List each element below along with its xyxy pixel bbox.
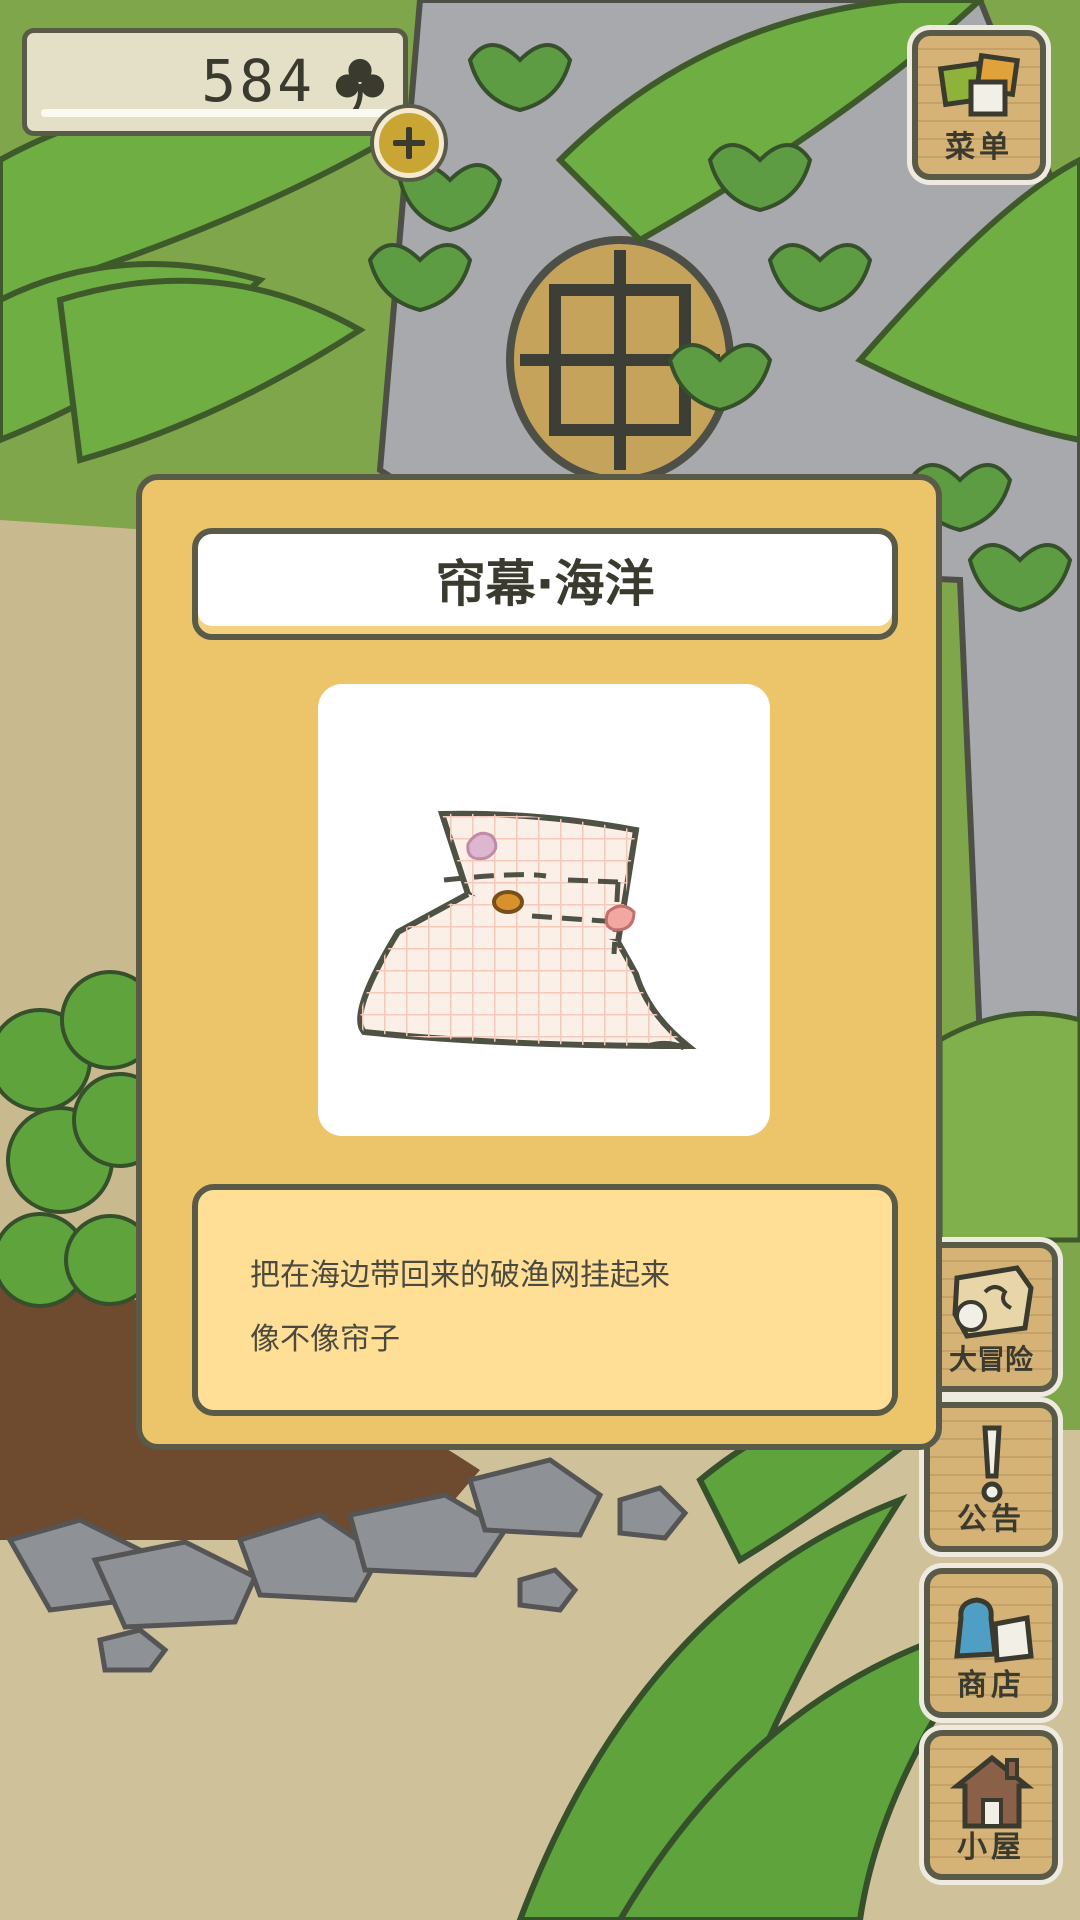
notice-label: 公告 (957, 1502, 1025, 1537)
exclamation-icon (981, 1425, 1003, 1503)
fishing-net-curtain-icon (357, 810, 697, 1051)
menu-label: 菜单 (945, 130, 1013, 165)
shop-label: 商店 (957, 1668, 1025, 1703)
clover-icon (335, 58, 385, 113)
adventure-button[interactable]: 大冒险 (924, 1242, 1058, 1392)
shopping-bags-icon (954, 1597, 1034, 1663)
notice-button[interactable]: 公告 (924, 1402, 1058, 1552)
house-label: 小屋 (957, 1830, 1025, 1865)
clover-counter: 584 (22, 28, 408, 136)
description-line: 像不像帘子 (250, 1322, 400, 1357)
description-line: 把在海边带回来的破渔网挂起来 (250, 1258, 670, 1293)
item-title: 帘幕·海洋 (192, 528, 898, 640)
map-icon (952, 1265, 1034, 1339)
menu-button[interactable]: 菜单 (912, 30, 1046, 180)
item-image (318, 684, 770, 1136)
adventure-label: 大冒险 (948, 1343, 1033, 1376)
clover-count: 584 (201, 47, 315, 115)
item-detail-dialog[interactable]: 帘幕·海洋 把在海边带回来的破渔网挂起来 像不像帘子 (136, 474, 942, 1450)
item-description: 把在海边带回来的破渔网挂起来 像不像帘子 (192, 1184, 898, 1416)
menu-cards-icon (937, 52, 1021, 117)
shop-button[interactable]: 商店 (924, 1568, 1058, 1718)
counter-underline (41, 109, 389, 117)
add-clover-button[interactable] (374, 108, 444, 178)
house-icon (949, 1754, 1035, 1829)
house-button[interactable]: 小屋 (924, 1730, 1058, 1880)
